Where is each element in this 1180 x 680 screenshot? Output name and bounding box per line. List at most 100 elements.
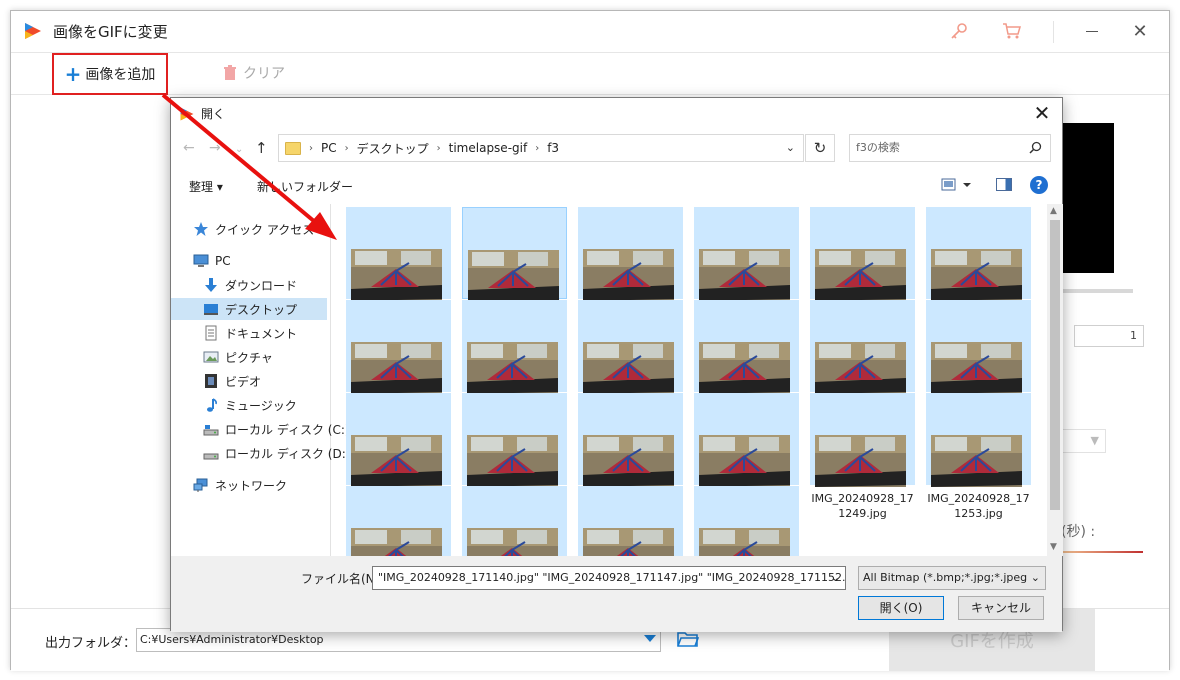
duration-slider[interactable] [1061, 551, 1143, 553]
option-select[interactable]: ▼ [1061, 429, 1106, 453]
chevron-down-icon[interactable]: ⌄ [831, 567, 840, 589]
breadcrumb-f3[interactable]: f3 [547, 141, 559, 155]
file-item[interactable]: IMG_20240928_17 1249.jpg [810, 393, 915, 520]
cancel-button[interactable]: キャンセル [958, 596, 1044, 620]
clear-label: クリア [243, 66, 285, 82]
chevron-down-icon: ⌄ [1027, 567, 1040, 589]
nav-desktop[interactable]: デスクトップ [171, 298, 327, 320]
open-folder-icon[interactable] [677, 629, 699, 649]
scroll-up-icon[interactable]: ▲ [1050, 206, 1057, 216]
organize-button[interactable]: 整理 ▾ [189, 178, 223, 195]
history-chevron-icon[interactable]: ⌄ [235, 144, 243, 155]
nav-pc[interactable]: PC [193, 250, 231, 272]
file-item[interactable]: IMG_20240928_171221.jpg [926, 300, 1031, 427]
file-list-scrollbar[interactable]: ▲ ▼ [1047, 204, 1063, 556]
file-item[interactable] [578, 486, 683, 556]
scroll-thumb[interactable] [1050, 220, 1060, 510]
pc-icon [193, 254, 209, 267]
file-type-select[interactable]: All Bitmap (*.bmp;*.jpg;*.jpeg;*. ⌄ [858, 566, 1046, 590]
file-item[interactable]: IMG_20240928_171215.jpg [694, 300, 799, 427]
address-bar[interactable]: › PC › デスクトップ › timelapse-gif › f3 ⌄ [278, 134, 804, 162]
open-button[interactable]: 開く(O) [858, 596, 944, 620]
refresh-icon: ↻ [813, 139, 827, 157]
file-item[interactable]: IMG_20240928_171152.jpg [694, 207, 799, 334]
breadcrumb-desktop[interactable]: デスクトップ [357, 140, 429, 157]
document-icon [205, 325, 217, 341]
nav-local-disk-d[interactable]: ローカル ディスク (D:) [203, 442, 350, 464]
file-item[interactable] [694, 486, 799, 556]
file-thumbnail [467, 435, 558, 487]
nav-quick-access[interactable]: クイック アクセス [193, 218, 314, 240]
cart-icon[interactable] [1001, 20, 1023, 42]
file-thumbnail [351, 249, 442, 301]
nav-downloads[interactable]: ダウンロード [203, 274, 297, 296]
drive-icon [203, 425, 219, 436]
file-item[interactable]: IMG_20240928_171243.jpg [694, 393, 799, 520]
preview-pane-icon[interactable] [996, 178, 1012, 191]
search-input[interactable]: f3の検索 [849, 134, 1051, 162]
file-thumbnail [931, 249, 1022, 301]
file-item[interactable]: IMG_20240928_171237.jpg [578, 393, 683, 520]
file-thumbnail [699, 435, 790, 487]
file-item[interactable] [462, 486, 567, 556]
dialog-close-icon[interactable]: ✕ [1030, 101, 1054, 125]
nav-local-disk-c[interactable]: ローカル ディスク (C:) [203, 418, 350, 440]
dialog-footer: ファイル名(N): "IMG_20240928_171140.jpg" "IMG… [171, 556, 1062, 632]
open-file-dialog: 開く ✕ ← → ⌄ ↑ › PC › デスクトップ › timelapse-g… [170, 97, 1063, 632]
file-name-line: 1249.jpg [838, 507, 887, 520]
music-icon [207, 398, 217, 412]
dropdown-arrow-icon[interactable] [644, 635, 656, 642]
view-options-icon[interactable] [941, 177, 973, 193]
plus-icon: + [64, 62, 82, 86]
download-icon [205, 278, 217, 292]
frame-delay-input[interactable]: 1 [1074, 325, 1144, 347]
nav-network[interactable]: ネットワーク [193, 474, 287, 496]
nav-documents[interactable]: ドキュメント [203, 322, 297, 344]
nav-label: ミュージック [225, 398, 297, 413]
nav-videos[interactable]: ビデオ [203, 370, 261, 392]
help-icon[interactable]: ? [1030, 176, 1048, 194]
file-item[interactable]: IMG_20240928_171225.jpg [346, 393, 451, 520]
file-item[interactable]: IMG_20240928_171204.jpg [346, 300, 451, 427]
file-item[interactable]: IMG_20240928_171147.jpg [578, 207, 683, 334]
navigation-pane: クイック アクセス PC ダウンロード デスクトップ ドキュメント ピクチャ ビ… [171, 204, 350, 556]
breadcrumb-pc[interactable]: PC [321, 141, 337, 155]
chevron-down-icon[interactable]: ⌄ [786, 141, 795, 154]
file-item[interactable]: IMG_20240928_171201.jpg [926, 207, 1031, 334]
close-icon[interactable]: ✕ [1131, 23, 1149, 41]
command-bar: 整理 ▾ 新しいフォルダー ? [171, 170, 1062, 200]
up-arrow-icon[interactable]: ↑ [255, 139, 268, 157]
file-item[interactable] [346, 486, 451, 556]
file-item[interactable]: IMG_20240928_171157.jpg [810, 207, 915, 334]
breadcrumb-separator-icon[interactable]: › [345, 143, 349, 154]
file-thumbnail [583, 528, 674, 556]
refresh-button[interactable]: ↻ [805, 134, 835, 162]
breadcrumb-separator-icon[interactable]: › [309, 143, 313, 154]
file-item[interactable]: IMG_20240928_171140.jpg [462, 207, 567, 335]
file-item[interactable]: IMG_20240928_171208.jpg [462, 300, 567, 427]
key-icon[interactable] [948, 20, 970, 42]
minimize-button[interactable] [1086, 31, 1098, 32]
file-item[interactable]: IMG_20240928_171217.jpg [810, 300, 915, 427]
file-item[interactable]: IMG_20240928_171130.jpg [346, 207, 451, 334]
file-list: IMG_20240928_171130.jpgIMG_20240928_1711… [341, 204, 1047, 556]
forward-arrow-icon[interactable]: → [209, 140, 221, 156]
filename-input[interactable]: "IMG_20240928_171140.jpg" "IMG_20240928_… [372, 566, 846, 590]
scroll-down-icon[interactable]: ▼ [1050, 542, 1057, 552]
clear-button[interactable]: クリア [223, 63, 285, 83]
file-thumbnail [931, 435, 1022, 487]
nav-pictures[interactable]: ピクチャ [203, 346, 273, 368]
file-item[interactable]: IMG_20240928_17 1253.jpg [926, 393, 1031, 520]
file-item[interactable]: IMG_20240928_171234.jpg [462, 393, 567, 520]
search-icon [1029, 141, 1042, 154]
new-folder-button[interactable]: 新しいフォルダー [257, 178, 353, 195]
breadcrumb-timelapse-gif[interactable]: timelapse-gif [449, 141, 528, 155]
breadcrumb-separator-icon[interactable]: › [535, 143, 539, 154]
preview-slider[interactable] [1061, 289, 1133, 293]
add-image-button[interactable]: + 画像を追加 [52, 53, 168, 95]
file-item[interactable]: IMG_20240928_171212.jpg [578, 300, 683, 427]
back-arrow-icon[interactable]: ← [183, 140, 195, 156]
breadcrumb-separator-icon[interactable]: › [437, 143, 441, 154]
nav-music[interactable]: ミュージック [203, 394, 297, 416]
nav-label: クイック アクセス [215, 222, 315, 237]
